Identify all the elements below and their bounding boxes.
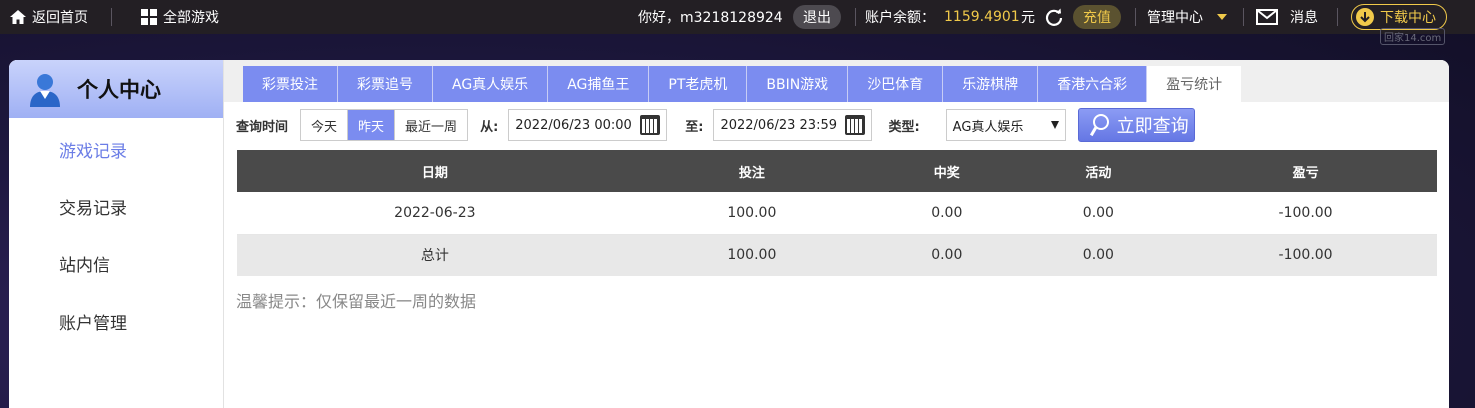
cell-win: 0.00: [871, 192, 1023, 235]
sidebar-item-game-records[interactable]: 游戏记录: [59, 137, 127, 162]
balance-unit: 元: [1021, 10, 1035, 26]
table-header-row: 日期 投注 中奖 活动 盈亏: [237, 150, 1437, 192]
messages-label: 消息: [1290, 10, 1318, 26]
start-date-field[interactable]: 2022/06/23 00:00: [508, 109, 668, 141]
cell-bet: 100.00: [632, 192, 871, 235]
balance-label: 账户余额：: [865, 10, 935, 26]
query-time-label: 查询时间: [236, 119, 289, 135]
mail-icon: [1256, 9, 1278, 25]
divider: [1243, 8, 1244, 26]
to-label: 至:: [685, 119, 704, 135]
cell-total-promo: 0.00: [1022, 234, 1175, 276]
refresh-button[interactable]: [1044, 0, 1064, 34]
home-icon: [10, 10, 26, 24]
sidebar-title: 个人中心: [77, 78, 161, 102]
cell-profit-loss: -100.00: [1174, 192, 1437, 235]
cell-total-bet: 100.00: [632, 234, 871, 276]
start-date-value: 2022/06/23 00:00: [515, 117, 632, 133]
all-games-link[interactable]: 全部游戏: [141, 0, 219, 34]
range-last-week-button[interactable]: 最近一周: [395, 110, 467, 140]
content-area: 彩票投注 彩票追号 AG真人娱乐 AG捕鱼王 PT老虎机 BBIN游戏 沙巴体育…: [224, 60, 1449, 408]
divider: [1337, 8, 1338, 26]
range-today-button[interactable]: 今天: [301, 110, 349, 140]
tab-profit-loss[interactable]: 盈亏统计: [1147, 66, 1242, 102]
column-header-bet: 投注: [632, 150, 871, 192]
messages-link[interactable]: 消息: [1256, 0, 1318, 34]
tab-bar: 彩票投注 彩票追号 AG真人娱乐 AG捕鱼王 PT老虎机 BBIN游戏 沙巴体育…: [224, 60, 1449, 102]
sidebar-item-transaction-records[interactable]: 交易记录: [59, 194, 127, 219]
calendar-icon[interactable]: [640, 115, 661, 135]
watermark-logo: 回家14.com: [1380, 28, 1446, 45]
caret-down-icon: [1217, 14, 1227, 20]
game-type-value: AG真人娱乐: [952, 119, 1024, 135]
download-icon: [1356, 8, 1374, 26]
greeting-text: 你好，m3218128924: [638, 10, 783, 26]
profit-loss-table: 日期 投注 中奖 活动 盈亏 2022-06-23 100.00 0.00 0.…: [237, 150, 1437, 276]
query-now-label: 立即查询: [1116, 116, 1189, 137]
column-header-promo: 活动: [1022, 150, 1175, 192]
tab-ag-fishing[interactable]: AG捕鱼王: [548, 66, 650, 102]
top-bar: 返回首页 全部游戏 你好，m3218128924 退出 账户余额： 1159.4…: [0, 0, 1475, 34]
divider: [855, 8, 856, 26]
tab-lottery-chase[interactable]: 彩票追号: [338, 66, 433, 102]
grid-icon: [141, 9, 157, 25]
range-selector: 今天 昨天 最近一周: [300, 109, 469, 141]
end-date-value: 2022/06/23 23:59: [720, 117, 837, 133]
table-total-row: 总计 100.00 0.00 0.00 -100.00: [237, 234, 1437, 276]
filter-bar: 查询时间 今天 昨天 最近一周 从: 2022/06/23 00:00 至: 2…: [236, 108, 1195, 142]
search-icon: [1089, 114, 1109, 136]
cell-date: 2022-06-23: [237, 192, 633, 235]
balance-value: 1159.4901: [944, 9, 1020, 25]
retention-tip: 温馨提示：仅保留最近一周的数据: [236, 292, 477, 311]
from-label: 从:: [480, 119, 499, 135]
dropdown-arrow-icon: [1050, 121, 1059, 129]
tab-ag-live[interactable]: AG真人娱乐: [433, 66, 549, 102]
cell-promo: 0.00: [1022, 192, 1175, 235]
tab-lottery-bets[interactable]: 彩票投注: [243, 66, 338, 102]
sidebar: 个人中心 游戏记录 交易记录 站内信 账户管理: [9, 60, 224, 408]
cell-total-win: 0.00: [871, 234, 1023, 276]
manage-center-menu[interactable]: 管理中心: [1147, 0, 1227, 34]
divider: [1135, 8, 1136, 26]
home-link-label: 返回首页: [32, 10, 88, 26]
table-row: 2022-06-23 100.00 0.00 0.00 -100.00: [237, 192, 1437, 235]
calendar-icon[interactable]: [845, 115, 866, 135]
tab-leyou-chess[interactable]: 乐游棋牌: [943, 66, 1039, 102]
divider: [111, 8, 112, 26]
logout-button[interactable]: 退出: [793, 5, 841, 29]
tab-bbin-games[interactable]: BBIN游戏: [747, 66, 849, 102]
column-header-win: 中奖: [871, 150, 1023, 192]
game-type-select[interactable]: AG真人娱乐: [945, 109, 1066, 141]
tab-hk-mark-six[interactable]: 香港六合彩: [1038, 66, 1148, 102]
cell-total-label: 总计: [237, 234, 633, 276]
column-header-date: 日期: [237, 150, 633, 192]
home-link[interactable]: 返回首页: [10, 0, 88, 34]
all-games-label: 全部游戏: [163, 10, 219, 26]
cell-total-profit-loss: -100.00: [1174, 234, 1437, 276]
recharge-button[interactable]: 充值: [1073, 5, 1121, 29]
type-label: 类型:: [888, 119, 920, 135]
column-header-profit-loss: 盈亏: [1174, 150, 1437, 192]
tab-pt-slots[interactable]: PT老虎机: [649, 66, 748, 102]
manage-center-label: 管理中心: [1147, 10, 1203, 26]
range-yesterday-button[interactable]: 昨天: [348, 110, 396, 140]
sidebar-item-inbox[interactable]: 站内信: [59, 251, 110, 276]
user-center-card: 个人中心 游戏记录 交易记录 站内信 账户管理 彩票投注 彩票追号 AG真人娱乐…: [9, 60, 1449, 408]
sidebar-header: 个人中心: [9, 60, 223, 118]
end-date-field[interactable]: 2022/06/23 23:59: [713, 109, 873, 141]
user-avatar-icon: [30, 74, 60, 107]
refresh-icon: [1045, 8, 1063, 26]
download-center-label: 下载中心: [1380, 10, 1436, 26]
query-now-button[interactable]: 立即查询: [1077, 108, 1195, 142]
download-center-button[interactable]: 下载中心: [1351, 4, 1447, 30]
sidebar-item-account-management[interactable]: 账户管理: [59, 309, 127, 334]
tab-saba-sports[interactable]: 沙巴体育: [848, 66, 944, 102]
